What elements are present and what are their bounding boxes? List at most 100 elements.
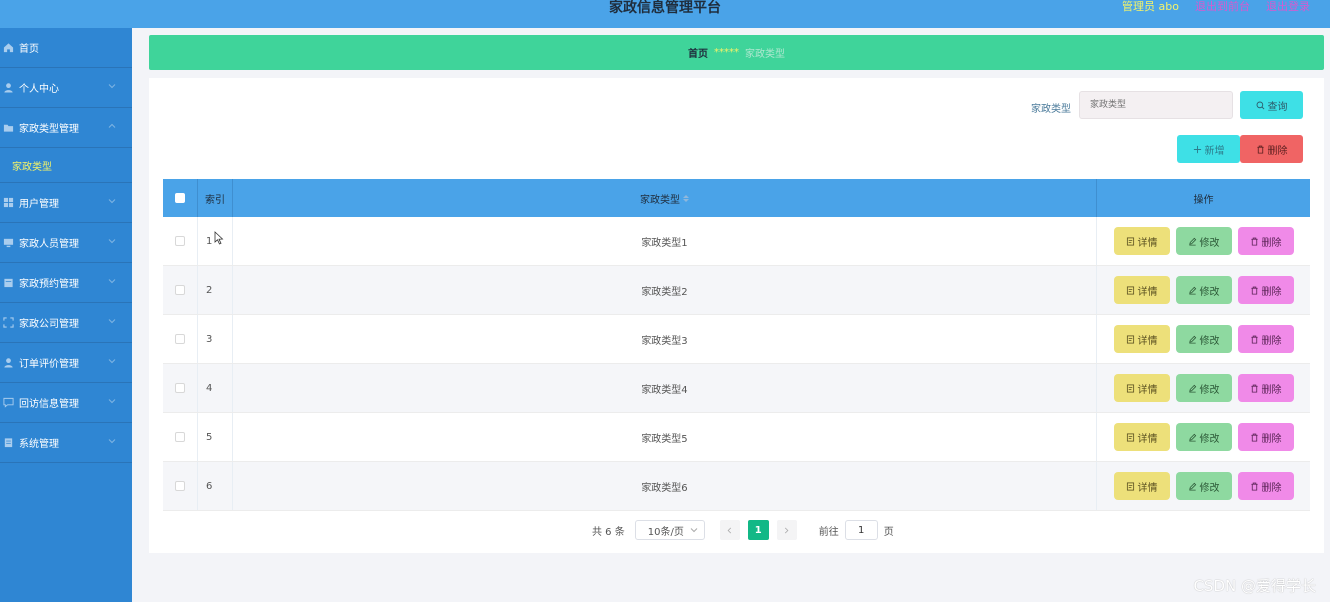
table-header: 索引 家政类型 操作 <box>163 179 1310 217</box>
edit-icon <box>1188 433 1196 442</box>
search-input[interactable] <box>1079 91 1233 119</box>
detail-button[interactable]: 详情 <box>1113 325 1170 353</box>
breadcrumb-current: 家政类型 <box>745 49 785 60</box>
edit-label: 修改 <box>1199 335 1220 347</box>
row-type: 家政类型5 <box>233 413 1097 461</box>
edit-button[interactable]: 修改 <box>1175 423 1232 451</box>
row-index: 3 <box>198 315 233 363</box>
sidebar-item-review-management[interactable]: 订单评价管理 <box>0 343 132 383</box>
row-ops: 详情 修改 删除 <box>1097 364 1310 412</box>
detail-button[interactable]: 详情 <box>1113 423 1170 451</box>
edit-button[interactable]: 修改 <box>1175 227 1232 255</box>
sidebar-item-staff-management[interactable]: 家政人员管理 <box>0 223 132 263</box>
folder-icon <box>2 122 14 134</box>
delete-button[interactable]: 删除 <box>1237 325 1294 353</box>
header-type-label: 家政类型 <box>640 194 680 206</box>
chevron-down-icon <box>108 279 116 284</box>
sidebar-item-booking-management[interactable]: 家政预约管理 <box>0 263 132 303</box>
grid-icon <box>2 197 14 209</box>
edit-button[interactable]: 修改 <box>1175 276 1232 304</box>
edit-label: 修改 <box>1199 237 1220 249</box>
breadcrumb-home[interactable]: 首页 <box>688 45 708 60</box>
row-index: 6 <box>198 462 233 510</box>
chat-icon <box>2 397 14 409</box>
query-button[interactable]: 查询 <box>1240 91 1303 119</box>
sidebar-item-label: 用户管理 <box>19 199 59 210</box>
chevron-down-icon <box>108 239 116 244</box>
sort-icon[interactable] <box>683 194 689 202</box>
row-checkbox[interactable] <box>175 285 185 295</box>
sidebar-item-label: 家政类型管理 <box>19 124 79 135</box>
delete-button[interactable]: 删除 <box>1237 374 1294 402</box>
detail-button[interactable]: 详情 <box>1113 374 1170 402</box>
delete-button[interactable]: 删除 <box>1237 276 1294 304</box>
plus-icon <box>1193 145 1201 153</box>
breadcrumb: 首页 ***** 家政类型 <box>149 35 1324 70</box>
detail-button[interactable]: 详情 <box>1113 276 1170 304</box>
row-checkbox[interactable] <box>175 236 185 246</box>
sidebar-item-label: 家政公司管理 <box>19 319 79 330</box>
sidebar-item-home[interactable]: 首页 <box>0 28 132 68</box>
mouse-cursor-icon <box>214 231 224 245</box>
pagination: 共 6 条 10条/页 1 前往 页 <box>592 520 894 540</box>
prev-page-button[interactable] <box>719 520 740 540</box>
row-checkbox[interactable] <box>175 432 185 442</box>
header-links: 管理员 abo 退出到前台 退出登录 <box>1122 0 1310 14</box>
breadcrumb-separator: ***** <box>714 47 739 58</box>
row-checkbox[interactable] <box>175 334 185 344</box>
add-button[interactable]: 新增 <box>1177 135 1240 163</box>
row-checkbox[interactable] <box>175 481 185 491</box>
page-size-select[interactable]: 10条/页 <box>634 520 705 540</box>
select-all-checkbox[interactable] <box>175 193 185 203</box>
edit-button[interactable]: 修改 <box>1175 325 1232 353</box>
row-checkbox-cell <box>163 364 198 412</box>
trash-icon <box>1250 433 1258 442</box>
exit-to-front-link[interactable]: 退出到前台 <box>1195 0 1250 14</box>
edit-button[interactable]: 修改 <box>1175 374 1232 402</box>
delete-label: 删除 <box>1261 384 1282 396</box>
row-checkbox[interactable] <box>175 383 185 393</box>
user-icon <box>2 357 14 369</box>
page-size-value: 10条/页 <box>647 526 684 538</box>
detail-button[interactable]: 详情 <box>1113 472 1170 500</box>
sidebar-item-followup-management[interactable]: 回访信息管理 <box>0 383 132 423</box>
watermark: CSDN @爱得学长 <box>1193 577 1316 595</box>
delete-button[interactable]: 删除 <box>1237 472 1294 500</box>
row-checkbox-cell <box>163 266 198 314</box>
chevron-down-icon <box>690 528 698 533</box>
table-body: 1 家政类型1 详情 修改 删除 2 家政类型2 详情 修改 删除 3 家政类型… <box>163 217 1310 511</box>
sidebar-item-type-management[interactable]: 家政类型管理 <box>0 108 132 148</box>
chevron-down-icon <box>108 84 116 89</box>
chevron-up-icon <box>108 123 116 128</box>
sidebar-item-system-management[interactable]: 系统管理 <box>0 423 132 463</box>
home-icon <box>2 42 14 54</box>
sidebar-item-personal-center[interactable]: 个人中心 <box>0 68 132 108</box>
document-icon <box>1126 481 1134 491</box>
detail-label: 详情 <box>1137 433 1158 445</box>
edit-icon <box>1188 482 1196 491</box>
header-type[interactable]: 家政类型 <box>233 179 1097 217</box>
next-page-button[interactable] <box>776 520 797 540</box>
goto-page-input[interactable] <box>844 520 878 540</box>
chevron-down-icon <box>108 199 116 204</box>
batch-delete-button[interactable]: 删除 <box>1240 135 1303 163</box>
chevron-left-icon <box>727 527 732 533</box>
detail-button[interactable]: 详情 <box>1113 227 1170 255</box>
frame-icon <box>2 317 14 329</box>
sidebar-item-label: 首页 <box>19 44 39 55</box>
edit-icon <box>1188 335 1196 344</box>
sidebar-item-company-management[interactable]: 家政公司管理 <box>0 303 132 343</box>
logout-link[interactable]: 退出登录 <box>1266 0 1310 14</box>
row-checkbox-cell <box>163 315 198 363</box>
sidebar-item-user-management[interactable]: 用户管理 <box>0 183 132 223</box>
user-icon <box>2 82 14 94</box>
sidebar-subitem-type[interactable]: 家政类型 <box>0 148 132 183</box>
delete-button[interactable]: 删除 <box>1237 423 1294 451</box>
edit-button[interactable]: 修改 <box>1175 472 1232 500</box>
row-type: 家政类型4 <box>233 364 1097 412</box>
page-number-button[interactable]: 1 <box>747 520 769 540</box>
row-checkbox-cell <box>163 462 198 510</box>
detail-label: 详情 <box>1137 286 1158 298</box>
sidebar-item-label: 个人中心 <box>19 84 59 95</box>
delete-button[interactable]: 删除 <box>1237 227 1294 255</box>
